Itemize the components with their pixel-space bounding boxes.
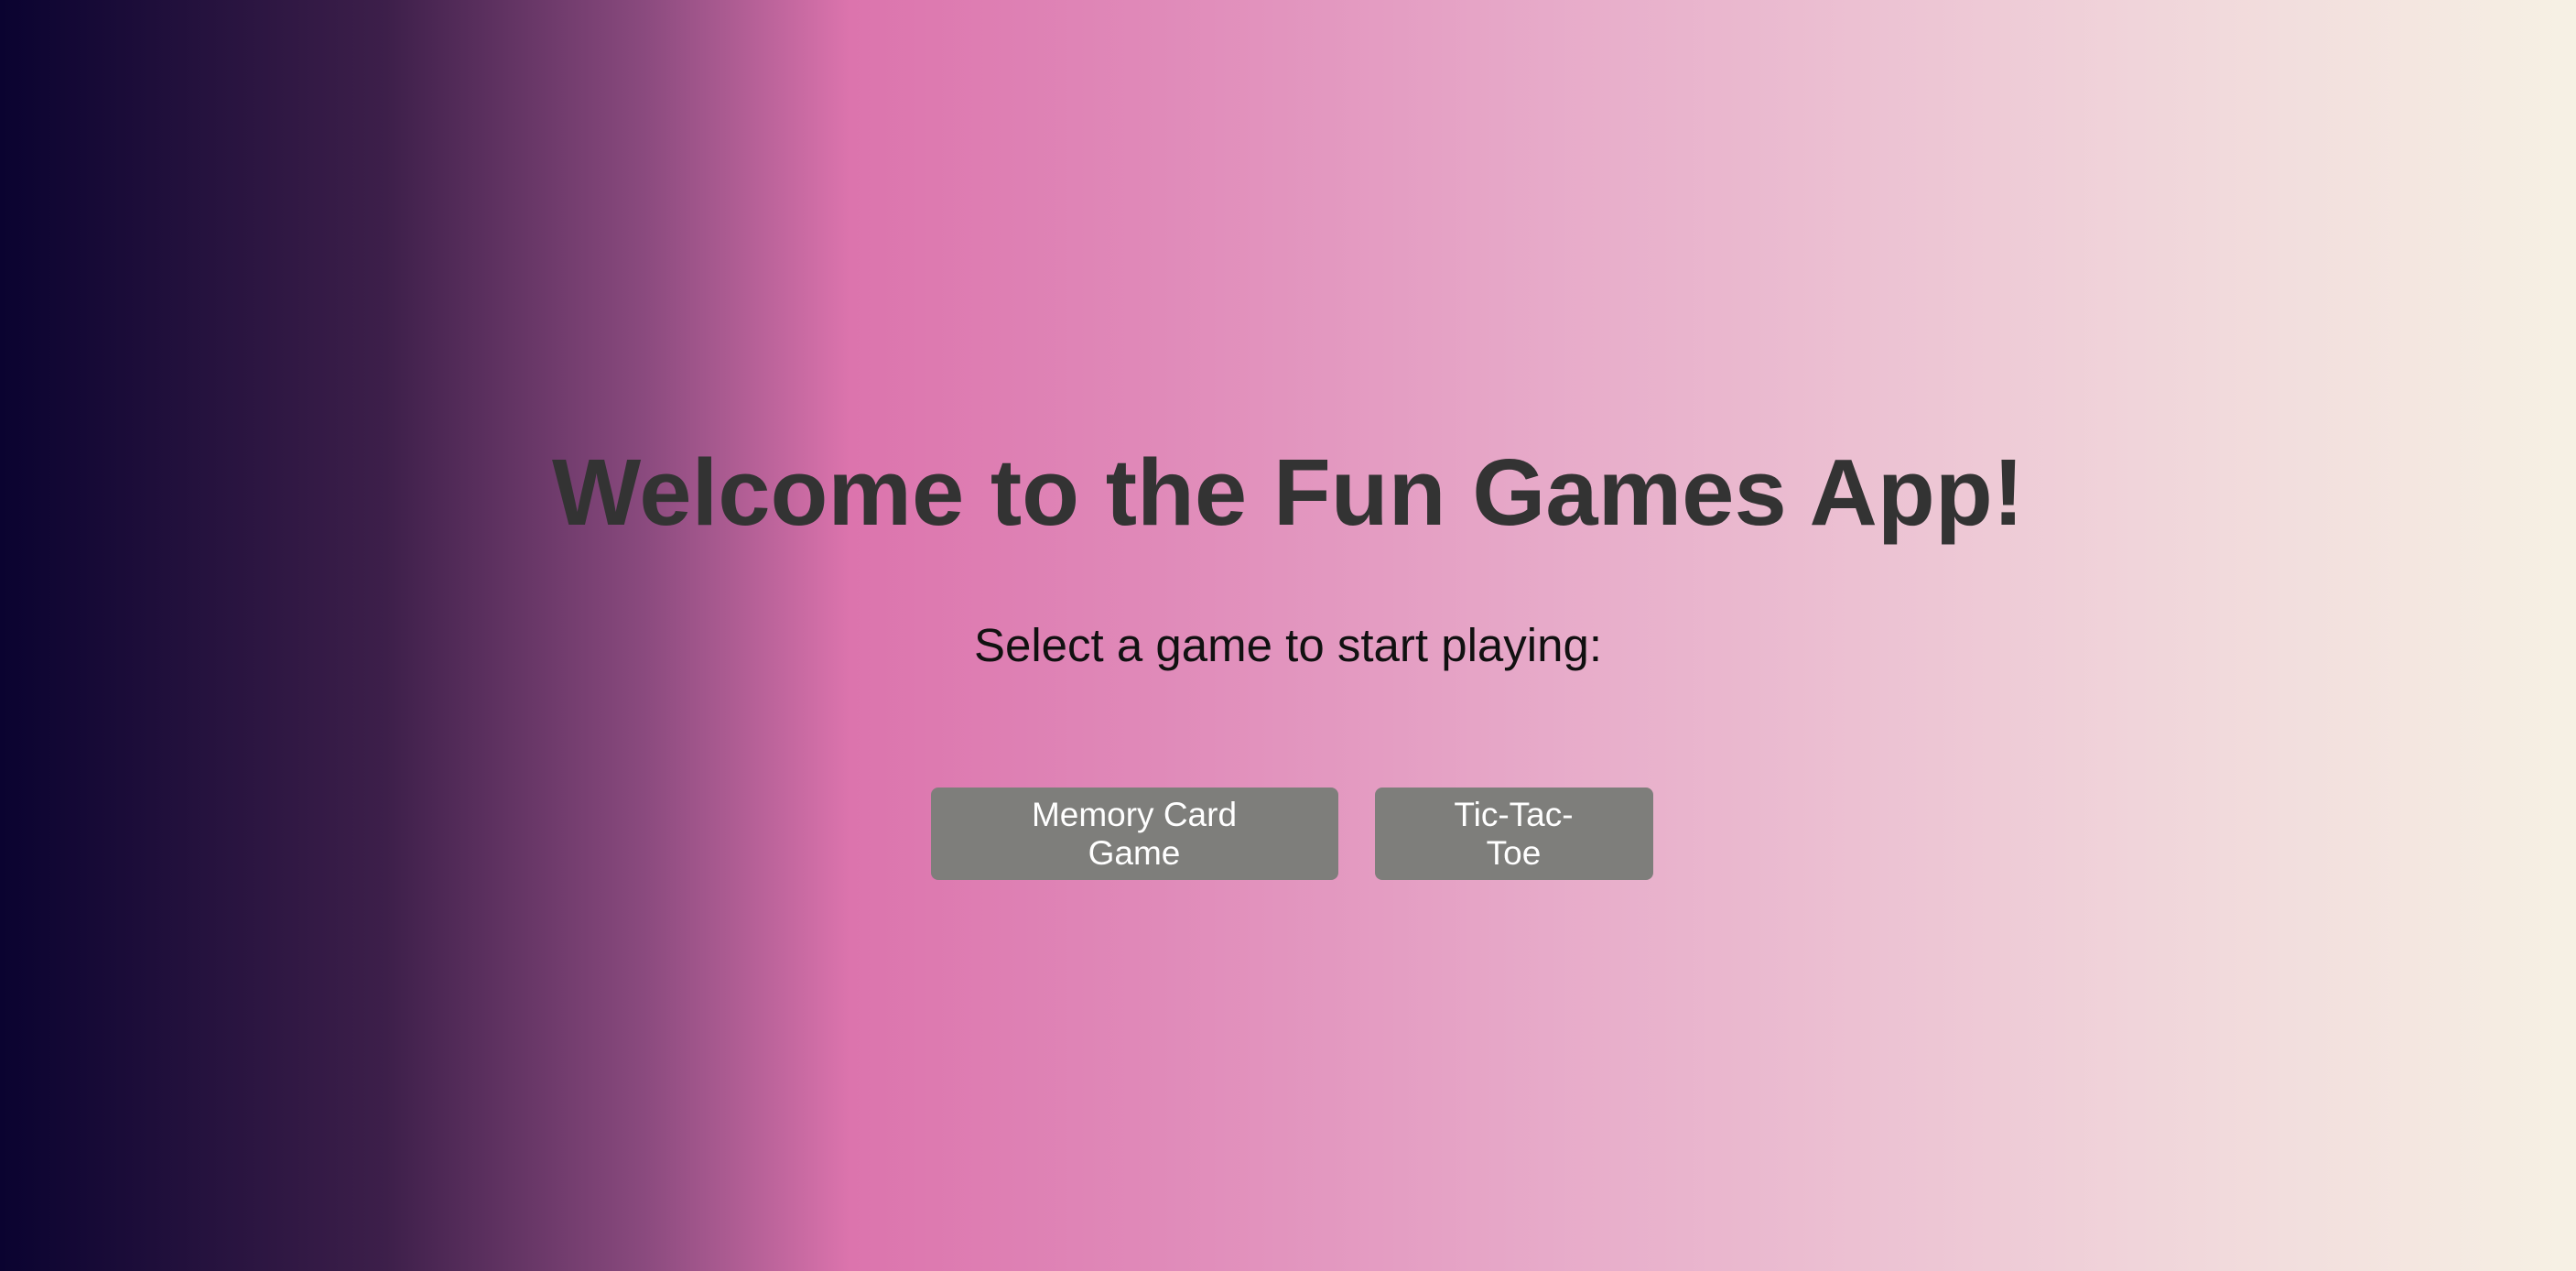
page-title: Welcome to the Fun Games App!	[551, 440, 2025, 545]
memory-card-game-button[interactable]: Memory Card Game	[930, 788, 1338, 880]
main-content: Welcome to the Fun Games App! Select a g…	[0, 0, 2576, 1271]
page-subtitle: Select a game to start playing:	[973, 619, 1603, 671]
tic-tac-toe-button[interactable]: Tic-Tac-Toe	[1374, 788, 1653, 880]
game-buttons: Memory Card Game Tic-Tac-Toe	[0, 788, 2576, 880]
